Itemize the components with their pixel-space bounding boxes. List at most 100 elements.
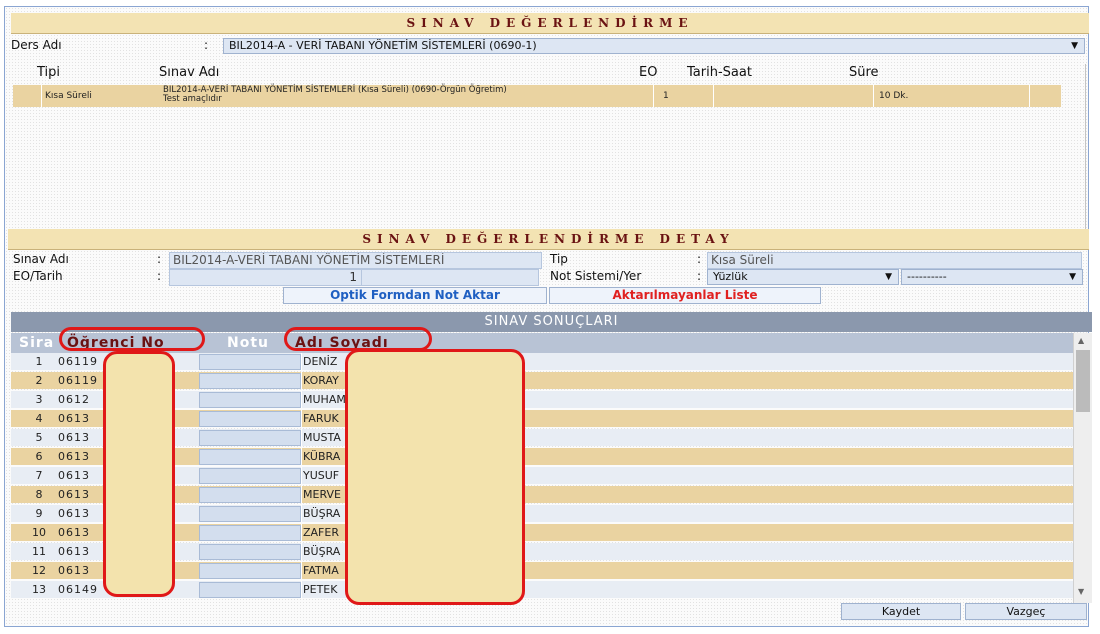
student-no-header-highlight [59, 327, 205, 351]
grade-input[interactable] [199, 354, 301, 370]
row-sira: 5 [35, 431, 43, 444]
grade-input[interactable] [199, 563, 301, 579]
exam-name-field[interactable]: BIL2014-A-VERİ TABANI YÖNETİM SİSTEMLERİ [169, 252, 542, 269]
chevron-down-icon: ▼ [1071, 41, 1078, 51]
row-student-no: 0613 [58, 545, 90, 558]
row-divider [301, 429, 302, 446]
grade-input[interactable] [199, 525, 301, 541]
list-divider [1085, 64, 1086, 234]
row-name: MUSTA [303, 431, 341, 444]
row-name: YUSUF [303, 469, 340, 482]
row-name: FARUK [303, 412, 339, 425]
grade-input[interactable] [199, 449, 301, 465]
row-divider [301, 543, 302, 560]
row-student-no: 0613 [58, 526, 90, 539]
grade-input[interactable] [199, 392, 301, 408]
exam-eo: 1 [663, 91, 669, 101]
save-button[interactable]: Kaydet [841, 603, 961, 620]
grade-input[interactable] [199, 544, 301, 560]
row-sira: 2 [35, 374, 43, 387]
row-name: ZAFER [303, 526, 339, 539]
exam-row[interactable]: Kısa Süreli BIL2014-A-VERİ TABANI YÖNETİ… [13, 85, 1061, 107]
row-divider [301, 486, 302, 503]
col-header-exam-name: Sınav Adı [159, 65, 220, 80]
eo-date-label: EO/Tarih [13, 269, 63, 283]
exam-type: Kısa Süreli [45, 91, 92, 101]
scroll-down-icon[interactable]: ▼ [1078, 587, 1084, 596]
optik-import-button[interactable]: Optik Formdan Not Aktar [283, 287, 547, 304]
course-select[interactable]: BIL2014-A - VERİ TABANI YÖNETİM SİSTEMLE… [223, 38, 1085, 54]
row-student-no: 0613 [58, 564, 90, 577]
exam-name-label: Sınav Adı [13, 252, 69, 266]
row-sira: 7 [35, 469, 43, 482]
grade-input[interactable] [199, 487, 301, 503]
grade-system-value: Yüzlük [713, 270, 748, 283]
results-scrollbar[interactable]: ▲ ▼ [1073, 333, 1092, 603]
row-name: FATMA [303, 564, 339, 577]
col-header-grade: Notu [227, 335, 269, 351]
place-select[interactable]: ---------- ▼ [901, 269, 1083, 285]
course-label: Ders Adı [11, 38, 62, 52]
row-student-no: 0613 [58, 412, 90, 425]
row-student-no: 06119 [58, 355, 98, 368]
exam-evaluation-window: SINAV DEĞERLENDİRME Ders Adı : BIL2014-A… [4, 6, 1092, 627]
row-divider [301, 448, 302, 465]
exam-name-colon: : [157, 252, 162, 266]
row-divider [301, 467, 302, 484]
row-name: KÜBRA [303, 450, 341, 463]
row-name: MERVE [303, 488, 341, 501]
course-select-value: BIL2014-A - VERİ TABANI YÖNETİM SİSTEMLE… [229, 39, 537, 52]
course-colon: : [204, 38, 209, 52]
row-sira: 10 [32, 526, 46, 539]
grade-input[interactable] [199, 430, 301, 446]
row-name: MUHAM [303, 393, 346, 406]
row-divider [301, 372, 302, 389]
grade-system-label: Not Sistemi/Yer [550, 269, 642, 283]
scrollbar-thumb[interactable] [1076, 350, 1090, 412]
eo-field[interactable]: 1 [169, 269, 362, 286]
row-divider [301, 410, 302, 427]
row-divider [301, 505, 302, 522]
type-field[interactable]: Kısa Süreli [707, 252, 1082, 269]
row-student-no: 0613 [58, 450, 90, 463]
row-name: BÜŞRA [303, 507, 341, 520]
row-divider [301, 391, 302, 408]
name-redaction [345, 349, 525, 605]
place-value: ---------- [907, 270, 947, 283]
row-divider [301, 581, 302, 598]
row-divider [301, 562, 302, 579]
row-student-no: 0613 [58, 469, 90, 482]
row-name: PETEK [303, 583, 338, 596]
row-sira: 1 [35, 355, 43, 368]
page-title: SINAV DEĞERLENDİRME [11, 13, 1089, 34]
grade-input[interactable] [199, 411, 301, 427]
grade-input[interactable] [199, 468, 301, 484]
cancel-button[interactable]: Vazgeç [965, 603, 1087, 620]
col-header-type: Tipi [37, 65, 61, 80]
row-name: KORAY [303, 374, 339, 387]
row-sira: 8 [35, 488, 43, 501]
student-no-redaction [103, 351, 175, 597]
grade-input[interactable] [199, 582, 301, 598]
grade-system-select[interactable]: Yüzlük ▼ [707, 269, 899, 285]
row-student-no: 0613 [58, 488, 90, 501]
row-sira: 12 [32, 564, 46, 577]
grade-input[interactable] [199, 506, 301, 522]
grade-input[interactable] [199, 373, 301, 389]
eo-date-colon: : [157, 269, 162, 283]
row-sira: 3 [35, 393, 43, 406]
detail-title: SINAV DEĞERLENDİRME DETAY [8, 229, 1089, 250]
exam-name: BIL2014-A-VERİ TABANI YÖNETİM SİSTEMLERİ… [163, 85, 507, 104]
col-header-sira: Sira [19, 335, 55, 351]
row-student-no: 06149 [58, 583, 98, 596]
row-student-no: 0613 [58, 507, 90, 520]
row-student-no: 0613 [58, 431, 90, 444]
row-name: DENİZ [303, 355, 338, 368]
col-header-eo: EO [639, 65, 658, 80]
row-sira: 6 [35, 450, 43, 463]
failed-list-button[interactable]: Aktarılmayanlar Liste [549, 287, 821, 304]
row-sira: 11 [32, 545, 46, 558]
row-student-no: 0612 [58, 393, 90, 406]
scroll-up-icon[interactable]: ▲ [1078, 336, 1084, 345]
date-field[interactable] [361, 269, 539, 286]
